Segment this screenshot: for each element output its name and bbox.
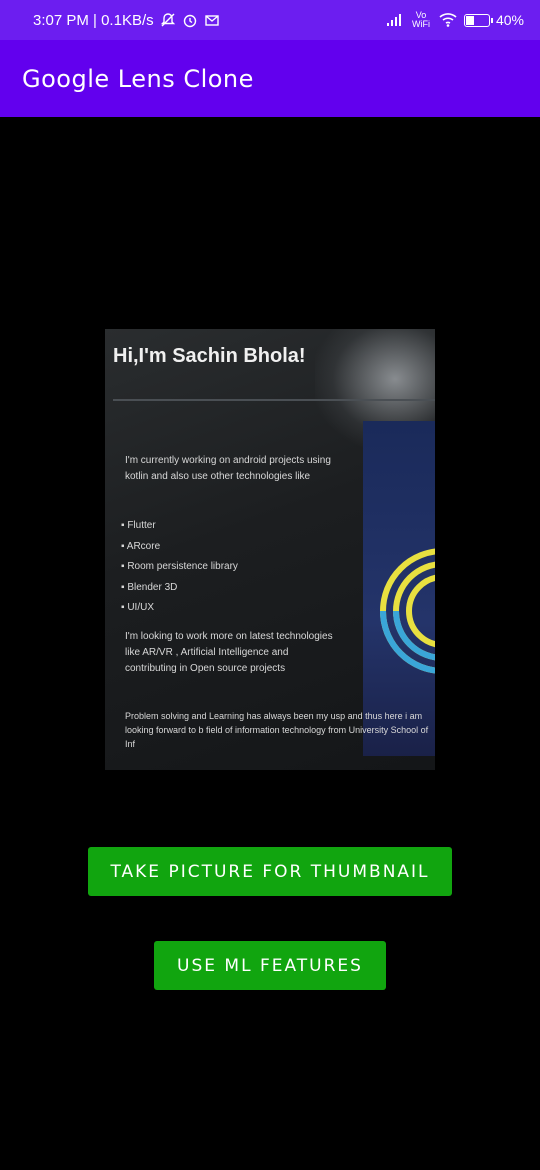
- battery-percent: 40%: [495, 12, 524, 28]
- app-title: Google Lens Clone: [22, 64, 254, 93]
- take-picture-button[interactable]: TAKE PICTURE FOR THUMBNAIL: [88, 847, 452, 896]
- status-left: 3:07 PM | 0.1KB/s: [33, 12, 220, 29]
- thumbnail-divider: [113, 399, 435, 401]
- signal-icon: [386, 14, 401, 26]
- thumbnail-image: Hi,I'm Sachin Bhola! I'm currently worki…: [105, 329, 435, 770]
- status-time-speed: 3:07 PM | 0.1KB/s: [33, 11, 154, 29]
- list-item: Flutter: [121, 516, 238, 537]
- status-right: Vo WiFi 40%: [386, 11, 524, 29]
- battery-icon: [463, 13, 493, 27]
- mail-icon: [204, 15, 219, 26]
- thumbnail-paragraph-3: Problem solving and Learning has always …: [125, 711, 429, 749]
- list-item: Room persistence library: [121, 557, 238, 578]
- thumbnail-artwork: [363, 421, 435, 756]
- list-item: ARcore: [121, 537, 238, 558]
- thumbnail-paragraph-2: I'm looking to work more on latest techn…: [125, 631, 333, 674]
- thumbnail-intro: I'm currently working on android project…: [125, 455, 331, 482]
- list-item: Blender 3D: [121, 578, 238, 599]
- ml-features-button[interactable]: USE ML FEATURES: [154, 941, 386, 990]
- status-bar: 3:07 PM | 0.1KB/s Vo WiFi 40%: [0, 0, 540, 40]
- list-item: UI/UX: [121, 598, 238, 619]
- wifi-icon: [439, 13, 457, 27]
- alarm-icon: [183, 14, 196, 28]
- rings-artwork-icon: [380, 548, 435, 674]
- vowifi-label: Vo WiFi: [411, 10, 430, 29]
- app-bar: Google Lens Clone: [0, 40, 540, 117]
- thumbnail-heading: Hi,I'm Sachin Bhola!: [113, 345, 306, 367]
- thumbnail-list: Flutter ARcore Room persistence library …: [121, 516, 238, 619]
- notifications-off-icon: [160, 13, 175, 27]
